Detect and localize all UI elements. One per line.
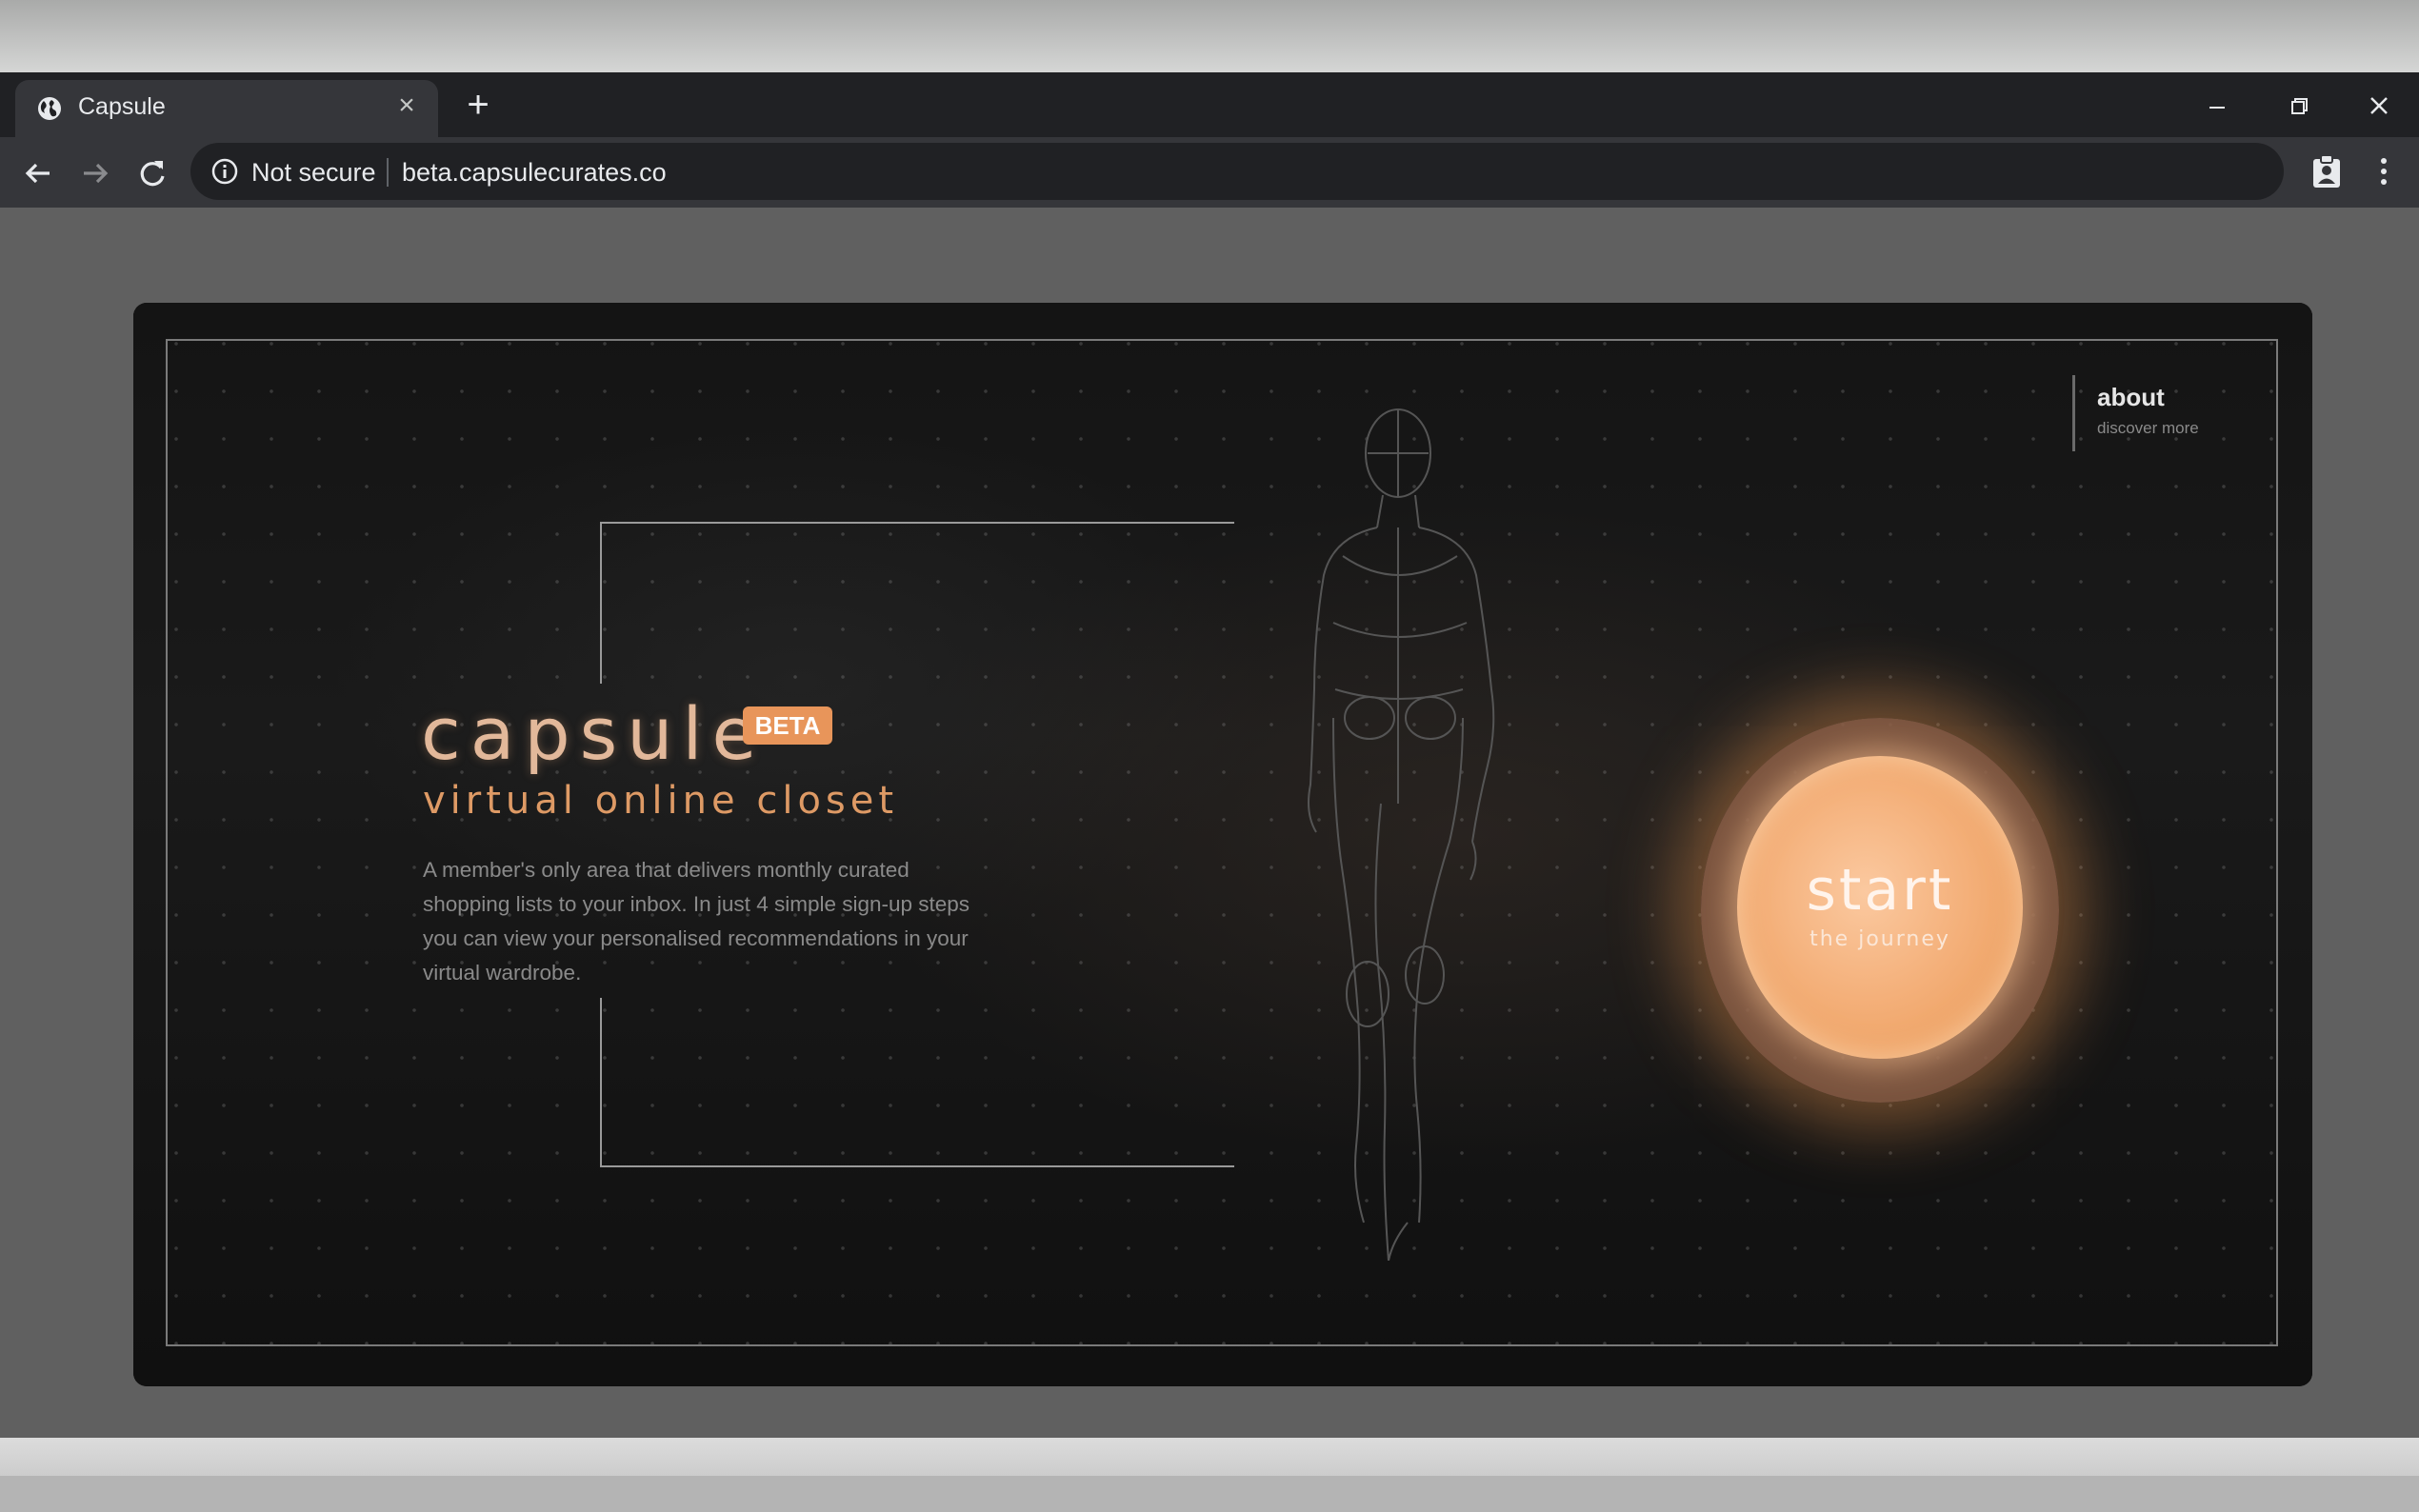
close-icon[interactable]: × <box>390 90 423 122</box>
extension-icon[interactable] <box>2309 152 2345 190</box>
security-status[interactable]: Not secure <box>251 158 376 188</box>
tab-title: Capsule <box>78 93 166 121</box>
bracket-bottom <box>600 1165 1234 1167</box>
plus-icon[interactable]: + <box>459 88 497 126</box>
info-icon[interactable] <box>210 156 240 187</box>
browser-toolbar: Not secure beta.capsulecurates.co <box>0 137 2419 208</box>
about-sublabel[interactable]: discover more <box>2097 419 2199 438</box>
back-arrow-icon[interactable] <box>17 152 59 194</box>
hero-card: capsule BETA virtual online closet A mem… <box>133 303 2312 1386</box>
top-backdrop <box>0 0 2419 72</box>
browser-tab[interactable]: Capsule × <box>15 80 438 137</box>
kebab-menu-icon[interactable] <box>2369 152 2398 190</box>
brand-title: capsule <box>421 691 766 776</box>
intro-description: A member's only area that delivers month… <box>423 853 985 990</box>
about-link[interactable]: about <box>2097 383 2165 412</box>
minimize-icon[interactable] <box>2189 82 2246 129</box>
address-divider <box>387 158 389 187</box>
restore-icon[interactable] <box>2270 82 2328 129</box>
beta-badge: BETA <box>743 706 832 745</box>
bracket-top <box>600 522 1234 524</box>
address-bar[interactable]: Not secure beta.capsulecurates.co <box>190 143 2284 200</box>
browser-tab-strip: Capsule × + <box>0 72 2419 137</box>
window-close-icon[interactable] <box>2350 82 2408 129</box>
start-sublabel[interactable]: the journey <box>1737 927 2023 951</box>
about-nav[interactable] <box>2072 375 2096 451</box>
globe-icon <box>36 95 63 122</box>
bracket-bottom-side <box>600 998 602 1167</box>
page-viewport: capsule BETA virtual online closet A mem… <box>0 208 2419 1438</box>
url-text[interactable]: beta.capsulecurates.co <box>402 158 667 188</box>
bracket-top-side <box>600 522 602 684</box>
brand-subtitle: virtual online closet <box>423 779 898 823</box>
fashion-figure-illustration <box>1276 404 1524 1261</box>
forward-arrow-icon[interactable] <box>74 152 116 194</box>
reload-icon[interactable] <box>131 152 173 194</box>
bottom-backdrop <box>0 1438 2419 1512</box>
start-label[interactable]: start <box>1737 857 2023 924</box>
